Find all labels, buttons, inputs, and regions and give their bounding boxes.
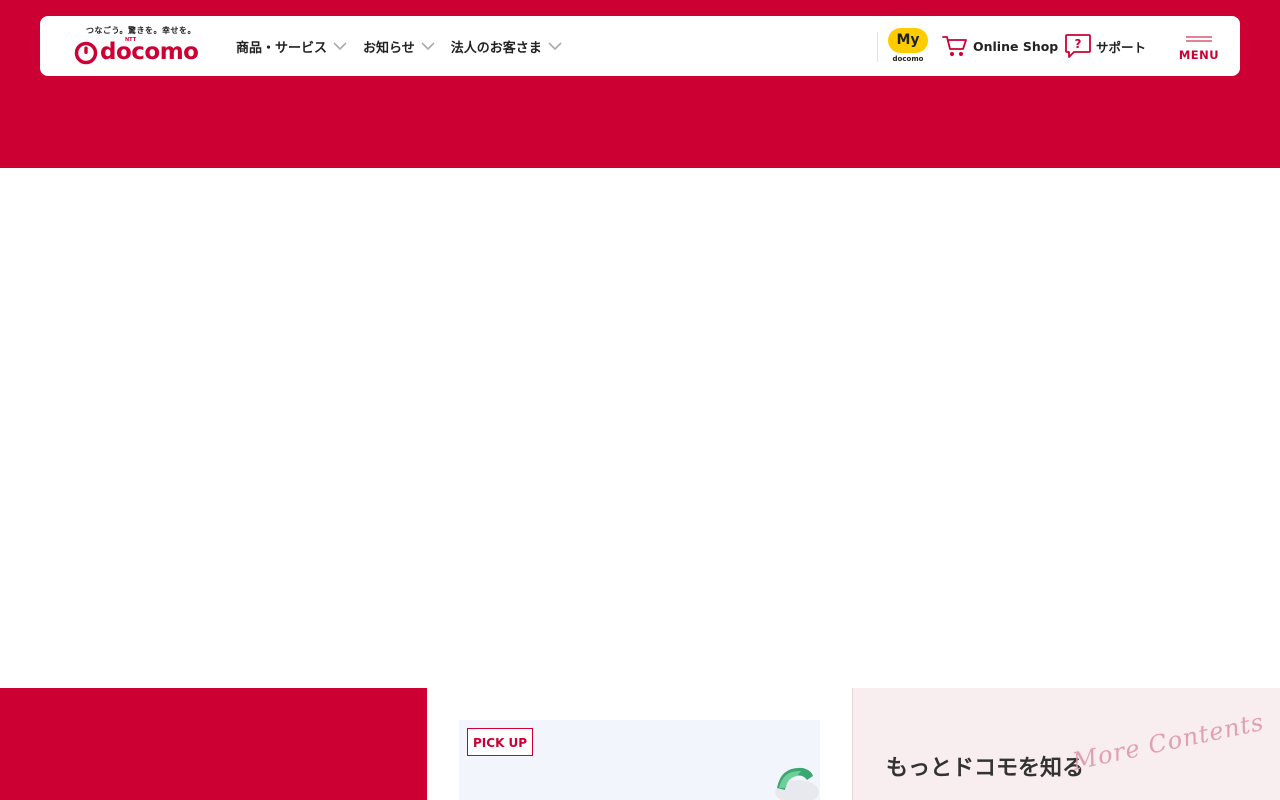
pickup-panel: PICK UP	[427, 688, 852, 800]
global-header: つなごう。驚きを。幸せを。 NTT docomo 商品・サービス お知らせ 法人…	[40, 16, 1240, 76]
support-link[interactable]: ? サポート	[1064, 34, 1146, 58]
chevron-down-icon	[548, 42, 562, 50]
menu-label: MENU	[1178, 48, 1220, 62]
menu-button[interactable]: MENU	[1176, 32, 1222, 64]
support-label: サポート	[1096, 39, 1147, 55]
bottom-red-panel	[0, 688, 427, 800]
logo-tagline: つなごう。驚きを。幸せを。	[86, 26, 197, 35]
my-docomo-badge: My	[888, 28, 928, 53]
svg-text:?: ?	[1075, 37, 1082, 51]
nav-item-label: 商品・サービス	[236, 40, 328, 56]
help-bubble-icon: ?	[1065, 34, 1091, 58]
online-shop-link[interactable]: Online Shop	[942, 34, 1058, 58]
main-nav: 商品・サービス お知らせ 法人のお客さま	[236, 16, 578, 76]
nav-item-news[interactable]: お知らせ	[363, 37, 435, 56]
chevron-down-icon	[333, 42, 347, 50]
nav-item-label: 法人のお客さま	[450, 40, 542, 56]
pickup-tag: PICK UP	[467, 728, 534, 756]
nav-item-business[interactable]: 法人のお客さま	[451, 37, 562, 56]
pickup-card[interactable]: PICK UP	[459, 720, 820, 800]
online-shop-label: Online Shop	[973, 38, 1059, 54]
cart-icon	[942, 36, 967, 56]
header-divider	[877, 32, 878, 62]
more-contents-script: More Contents	[1070, 707, 1267, 776]
nav-item-label: お知らせ	[363, 40, 415, 56]
hamburger-icon	[1186, 36, 1212, 42]
my-docomo-link[interactable]: My docomo	[888, 28, 928, 64]
bottom-section: PICK UP もっとドコモを知る More Contents	[0, 688, 1280, 800]
more-contents-title: もっとドコモを知る	[886, 756, 1085, 781]
pickup-illustration	[775, 767, 819, 800]
docomo-logo[interactable]: つなごう。驚きを。幸せを。 NTT docomo	[74, 24, 204, 68]
chevron-down-icon	[421, 42, 435, 50]
more-contents-panel: もっとドコモを知る More Contents	[852, 688, 1280, 800]
nav-item-products[interactable]: 商品・サービス	[236, 37, 347, 56]
logo-wordmark: docomo	[100, 39, 199, 65]
my-docomo-sublabel: docomo	[892, 55, 924, 63]
docomo-ring-icon	[74, 41, 98, 65]
